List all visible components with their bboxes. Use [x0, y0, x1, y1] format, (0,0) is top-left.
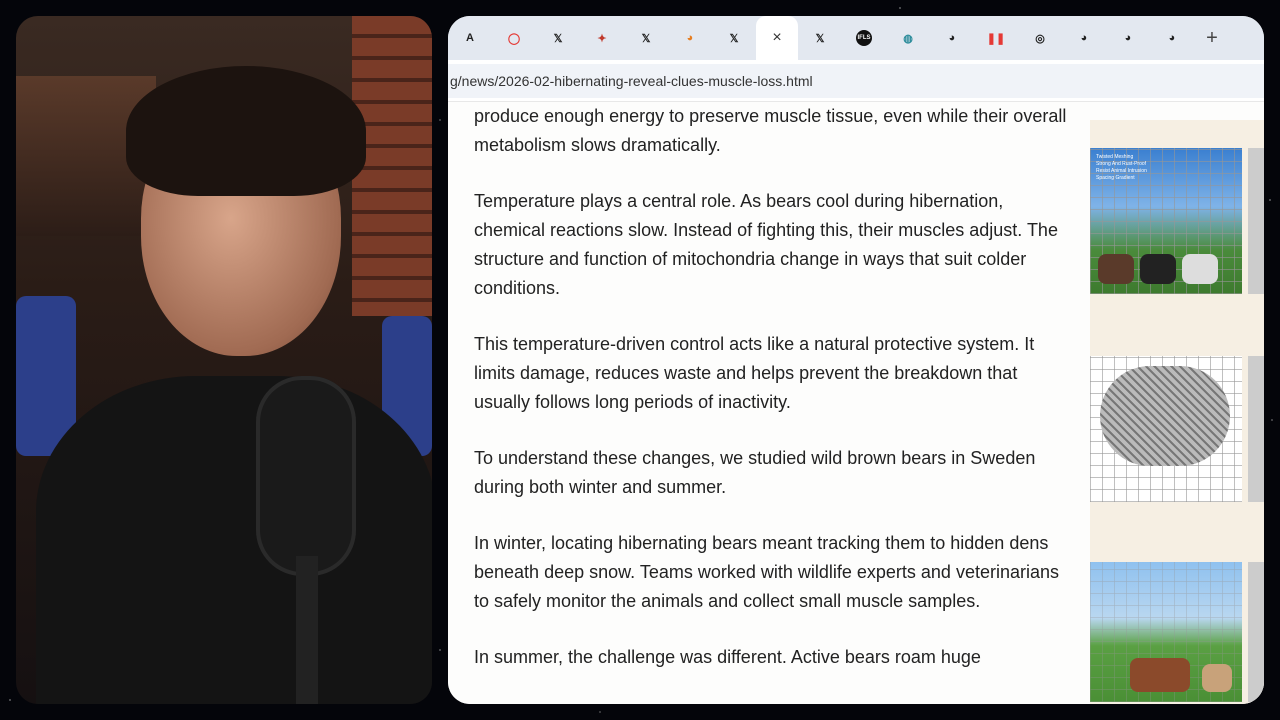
ad-fence-cattle[interactable] [1090, 562, 1242, 702]
wire-roll-image [1100, 366, 1230, 466]
tab[interactable]: ◕ [930, 16, 974, 60]
animal-figure [1130, 658, 1190, 692]
tab[interactable]: ◍ [886, 16, 930, 60]
microphone-arm [296, 556, 318, 704]
tab[interactable]: ◕ [1106, 16, 1150, 60]
url-text[interactable]: g/news/2026-02-hibernating-reveal-clues-… [448, 63, 1264, 98]
chat-bubble-icon: ◯ [507, 32, 521, 45]
tab[interactable]: ❚❚ [974, 16, 1018, 60]
ad-text: Twisted Meshing Strong And Rust-Proof Re… [1096, 154, 1147, 181]
tab[interactable]: ✦ [580, 16, 624, 60]
tab[interactable]: IFLS [842, 16, 886, 60]
ifls-logo-icon: IFLS [856, 30, 872, 46]
tab[interactable]: A [448, 16, 492, 60]
tab[interactable]: ◕ [1150, 16, 1194, 60]
article-paragraph: In summer, the challenge was different. … [474, 647, 981, 667]
article-paragraph: produce enough energy to preserve muscle… [474, 106, 1067, 155]
ad-edge [1248, 356, 1264, 502]
x-logo-icon: 𝕏 [641, 32, 651, 45]
x-logo-icon: 𝕏 [553, 32, 563, 45]
streamer-hair [126, 66, 366, 196]
ad-edge [1248, 148, 1264, 294]
tab[interactable]: ◕ [1062, 16, 1106, 60]
circle-icon: ◎ [1035, 32, 1045, 45]
x-logo-icon: 𝕏 [815, 32, 825, 45]
animal-figure [1098, 254, 1134, 284]
globe-icon: ◕ [948, 32, 956, 44]
ad-edge [1248, 562, 1264, 702]
tab[interactable]: 𝕏 [798, 16, 842, 60]
close-icon[interactable]: × [772, 29, 781, 47]
ad-sidebar: Twisted Meshing Strong And Rust-Proof Re… [1090, 120, 1264, 704]
globe-icon: ◕ [1124, 32, 1132, 44]
address-bar[interactable]: g/news/2026-02-hibernating-reveal-clues-… [448, 60, 1264, 102]
tab[interactable]: ◯ [492, 16, 536, 60]
tab[interactable]: 𝕏 [536, 16, 580, 60]
article-paragraph: In winter, locating hibernating bears me… [474, 533, 1059, 611]
streamer-body [36, 376, 432, 704]
colorful-logo-icon: ◕ [686, 32, 694, 44]
tab[interactable]: 𝕏 [624, 16, 668, 60]
globe-icon: ◕ [1080, 32, 1088, 44]
animal-figure [1140, 254, 1176, 284]
article-paragraph: To understand these changes, we studied … [474, 448, 1036, 497]
pause-bars-icon: ❚❚ [986, 32, 1006, 45]
tab[interactable]: 𝕏 [712, 16, 756, 60]
ad-fence-animals[interactable]: Twisted Meshing Strong And Rust-Proof Re… [1090, 148, 1242, 294]
ad-wire-roll[interactable] [1090, 356, 1242, 502]
colorful-logo-icon: ✦ [597, 32, 607, 45]
microphone [256, 376, 356, 576]
article-paragraph: Temperature plays a central role. As bea… [474, 191, 1058, 298]
x-logo-icon: 𝕏 [729, 32, 739, 45]
article-body: produce enough energy to preserve muscle… [474, 102, 1074, 699]
new-tab-button[interactable]: + [1194, 27, 1230, 50]
tab[interactable]: ◎ [1018, 16, 1062, 60]
browser-window: A ◯ 𝕏 ✦ 𝕏 ◕ 𝕏 × 𝕏 IFLS ◍ ◕ ❚❚ ◎ ◕ ◕ ◕ + g/news/2026-02-hi… [448, 16, 1264, 704]
wikimedia-icon: ◍ [903, 32, 913, 45]
generic-tab-icon: A [466, 32, 474, 44]
animal-figure [1202, 664, 1232, 692]
webcam-overlay [16, 16, 432, 704]
article-paragraph: This temperature-driven control acts lik… [474, 334, 1035, 412]
tab[interactable]: ◕ [668, 16, 712, 60]
page-content: produce enough energy to preserve muscle… [448, 102, 1264, 704]
tab-active[interactable]: × [756, 16, 798, 60]
globe-icon: ◕ [1168, 32, 1176, 44]
tab-bar: A ◯ 𝕏 ✦ 𝕏 ◕ 𝕏 × 𝕏 IFLS ◍ ◕ ❚❚ ◎ ◕ ◕ ◕ + [448, 16, 1264, 60]
animal-figure [1182, 254, 1218, 284]
